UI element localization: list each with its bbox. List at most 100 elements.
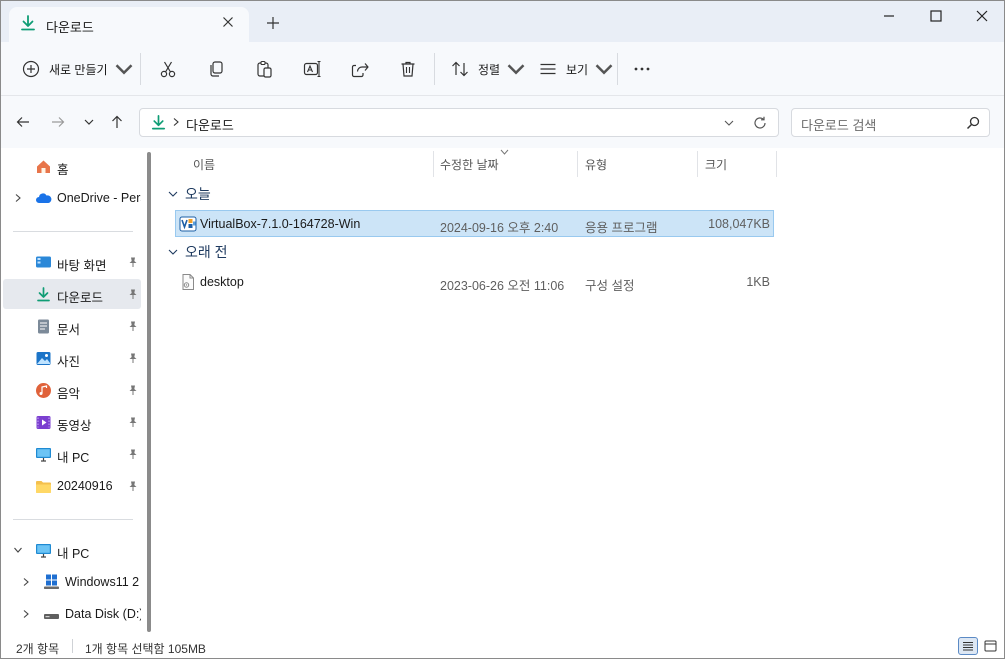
pin-icon[interactable] xyxy=(127,288,139,300)
column-header-date-modified[interactable]: 수정한 날짜 xyxy=(440,156,499,173)
sidebar-item-this-pc-pinned[interactable]: 내 PC xyxy=(3,439,141,469)
delete-icon xyxy=(401,61,415,77)
tiles-view-icon xyxy=(984,640,997,652)
chevron-right-icon[interactable] xyxy=(21,577,31,587)
pin-icon[interactable] xyxy=(127,384,139,396)
rename-icon xyxy=(303,60,321,78)
group-label: 오늘 xyxy=(185,186,211,202)
file-row-virtualbox[interactable]: VirtualBox-7.1.0-164728-Win 2024-09-16 오… xyxy=(175,210,774,237)
pin-icon[interactable] xyxy=(127,480,139,492)
status-selection: 1개 항목 선택함 105MB xyxy=(85,642,206,656)
sidebar-item-downloads[interactable]: 다운로드 xyxy=(3,279,141,309)
group-header-today[interactable]: 오늘 xyxy=(167,183,211,205)
column-divider[interactable] xyxy=(433,151,434,177)
rename-button[interactable] xyxy=(302,58,322,80)
sidebar-item-label: 음악 xyxy=(57,387,81,401)
download-icon xyxy=(151,115,166,130)
minimize-icon[interactable] xyxy=(880,7,898,25)
new-tab-plus-icon[interactable] xyxy=(265,15,281,31)
chevron-down-icon[interactable] xyxy=(13,545,23,555)
address-bar[interactable]: 다운로드 xyxy=(139,108,779,137)
delete-button[interactable] xyxy=(398,58,418,80)
sidebar-item-desktop[interactable]: 바탕 화면 xyxy=(3,247,141,277)
file-date: 2024-09-16 오후 2:40 xyxy=(440,221,559,235)
download-icon xyxy=(21,15,35,31)
group-header-long-ago[interactable]: 오래 전 xyxy=(167,241,228,263)
column-header-size[interactable]: 크기 xyxy=(705,156,727,173)
chevron-down-icon xyxy=(168,249,178,255)
sidebar-item-music[interactable]: 음악 xyxy=(3,375,141,405)
pc-icon xyxy=(36,448,51,462)
home-icon xyxy=(37,160,50,173)
virtualbox-icon xyxy=(179,216,197,232)
status-item-count: 2개 항목 xyxy=(16,642,60,656)
sidebar-item-windows-drive[interactable]: Windows11 2 xyxy=(3,567,141,597)
sidebar-item-videos[interactable]: 동영상 xyxy=(3,407,141,437)
details-view-button[interactable] xyxy=(958,637,978,655)
pin-icon[interactable] xyxy=(127,352,139,364)
chevron-right-icon[interactable] xyxy=(13,193,23,203)
details-view-icon xyxy=(963,642,973,651)
view-button[interactable]: 보기 xyxy=(538,58,614,80)
up-arrow-icon[interactable] xyxy=(109,114,125,130)
toolbar-divider xyxy=(434,53,435,85)
navigation-pane: 홈 OneDrive - Pers 바탕 화면 다운로드 문서 사진 음악 동영… xyxy=(1,148,159,633)
breadcrumb-chevron-icon[interactable] xyxy=(172,117,180,127)
column-divider[interactable] xyxy=(697,151,698,177)
sidebar-item-this-pc[interactable]: 내 PC xyxy=(3,535,141,565)
search-box[interactable]: 다운로드 검색 xyxy=(791,108,990,137)
sidebar-item-home[interactable]: 홈 xyxy=(3,151,141,181)
sidebar-item-label: 동영상 xyxy=(57,419,92,433)
maximize-icon[interactable] xyxy=(927,7,945,25)
sidebar-scrollbar[interactable] xyxy=(147,152,151,632)
copy-icon xyxy=(210,61,223,77)
address-history-chevron-icon[interactable] xyxy=(723,117,735,129)
toolbar-divider xyxy=(140,53,141,85)
search-icon[interactable] xyxy=(966,116,980,130)
sidebar-item-onedrive[interactable]: OneDrive - Pers xyxy=(3,183,141,213)
copy-button[interactable] xyxy=(206,58,226,80)
sidebar-item-pictures[interactable]: 사진 xyxy=(3,343,141,373)
sidebar-item-documents[interactable]: 문서 xyxy=(3,311,141,341)
paste-button[interactable] xyxy=(254,58,274,80)
tiles-view-button[interactable] xyxy=(981,637,1001,655)
chevron-right-icon[interactable] xyxy=(21,609,31,619)
column-divider[interactable] xyxy=(577,151,578,177)
new-button[interactable]: 새로 만들기 xyxy=(21,58,134,80)
file-list: 이름 수정한 날짜 유형 크기 오늘 VirtualBox-7.1.0-1647… xyxy=(159,148,1004,633)
pin-icon[interactable] xyxy=(127,320,139,332)
more-options-button[interactable] xyxy=(632,58,652,80)
windows-drive-icon xyxy=(44,574,59,589)
more-icon xyxy=(634,67,650,71)
videos-icon xyxy=(36,416,51,429)
sidebar-item-label: 20240916 xyxy=(57,479,113,493)
close-tab-icon[interactable] xyxy=(220,14,236,30)
sidebar-item-label: Windows11 2 xyxy=(65,575,140,589)
sidebar-item-folder-20240916[interactable]: 20240916 xyxy=(3,471,141,501)
refresh-icon[interactable] xyxy=(752,115,768,131)
pin-icon[interactable] xyxy=(127,416,139,428)
search-placeholder[interactable]: 다운로드 검색 xyxy=(801,115,876,134)
tab-downloads[interactable]: 다운로드 xyxy=(9,7,249,42)
column-header-name[interactable]: 이름 xyxy=(193,156,215,173)
recent-locations-chevron-icon[interactable] xyxy=(81,114,97,130)
sort-button[interactable]: 정렬 xyxy=(450,58,526,80)
download-icon xyxy=(37,287,50,302)
sort-icon xyxy=(452,61,468,77)
close-window-icon[interactable] xyxy=(973,7,991,25)
column-header-type[interactable]: 유형 xyxy=(585,156,607,173)
sidebar-item-data-disk[interactable]: Data Disk (D:) xyxy=(3,599,141,629)
file-row-desktop-ini[interactable]: desktop 2023-06-26 오전 11:06 구성 설정 1KB xyxy=(175,268,774,295)
column-divider[interactable] xyxy=(776,151,777,177)
pin-icon[interactable] xyxy=(127,448,139,460)
status-divider xyxy=(72,639,73,653)
cut-icon xyxy=(160,61,176,78)
pin-icon[interactable] xyxy=(127,256,139,268)
breadcrumb-item-downloads[interactable]: 다운로드 xyxy=(186,115,234,134)
back-arrow-icon[interactable] xyxy=(15,114,31,130)
tab-title: 다운로드 xyxy=(46,20,94,35)
share-button[interactable] xyxy=(350,58,370,80)
cut-button[interactable] xyxy=(158,58,178,80)
forward-arrow-icon[interactable] xyxy=(50,114,66,130)
file-type: 응용 프로그램 xyxy=(585,221,658,235)
